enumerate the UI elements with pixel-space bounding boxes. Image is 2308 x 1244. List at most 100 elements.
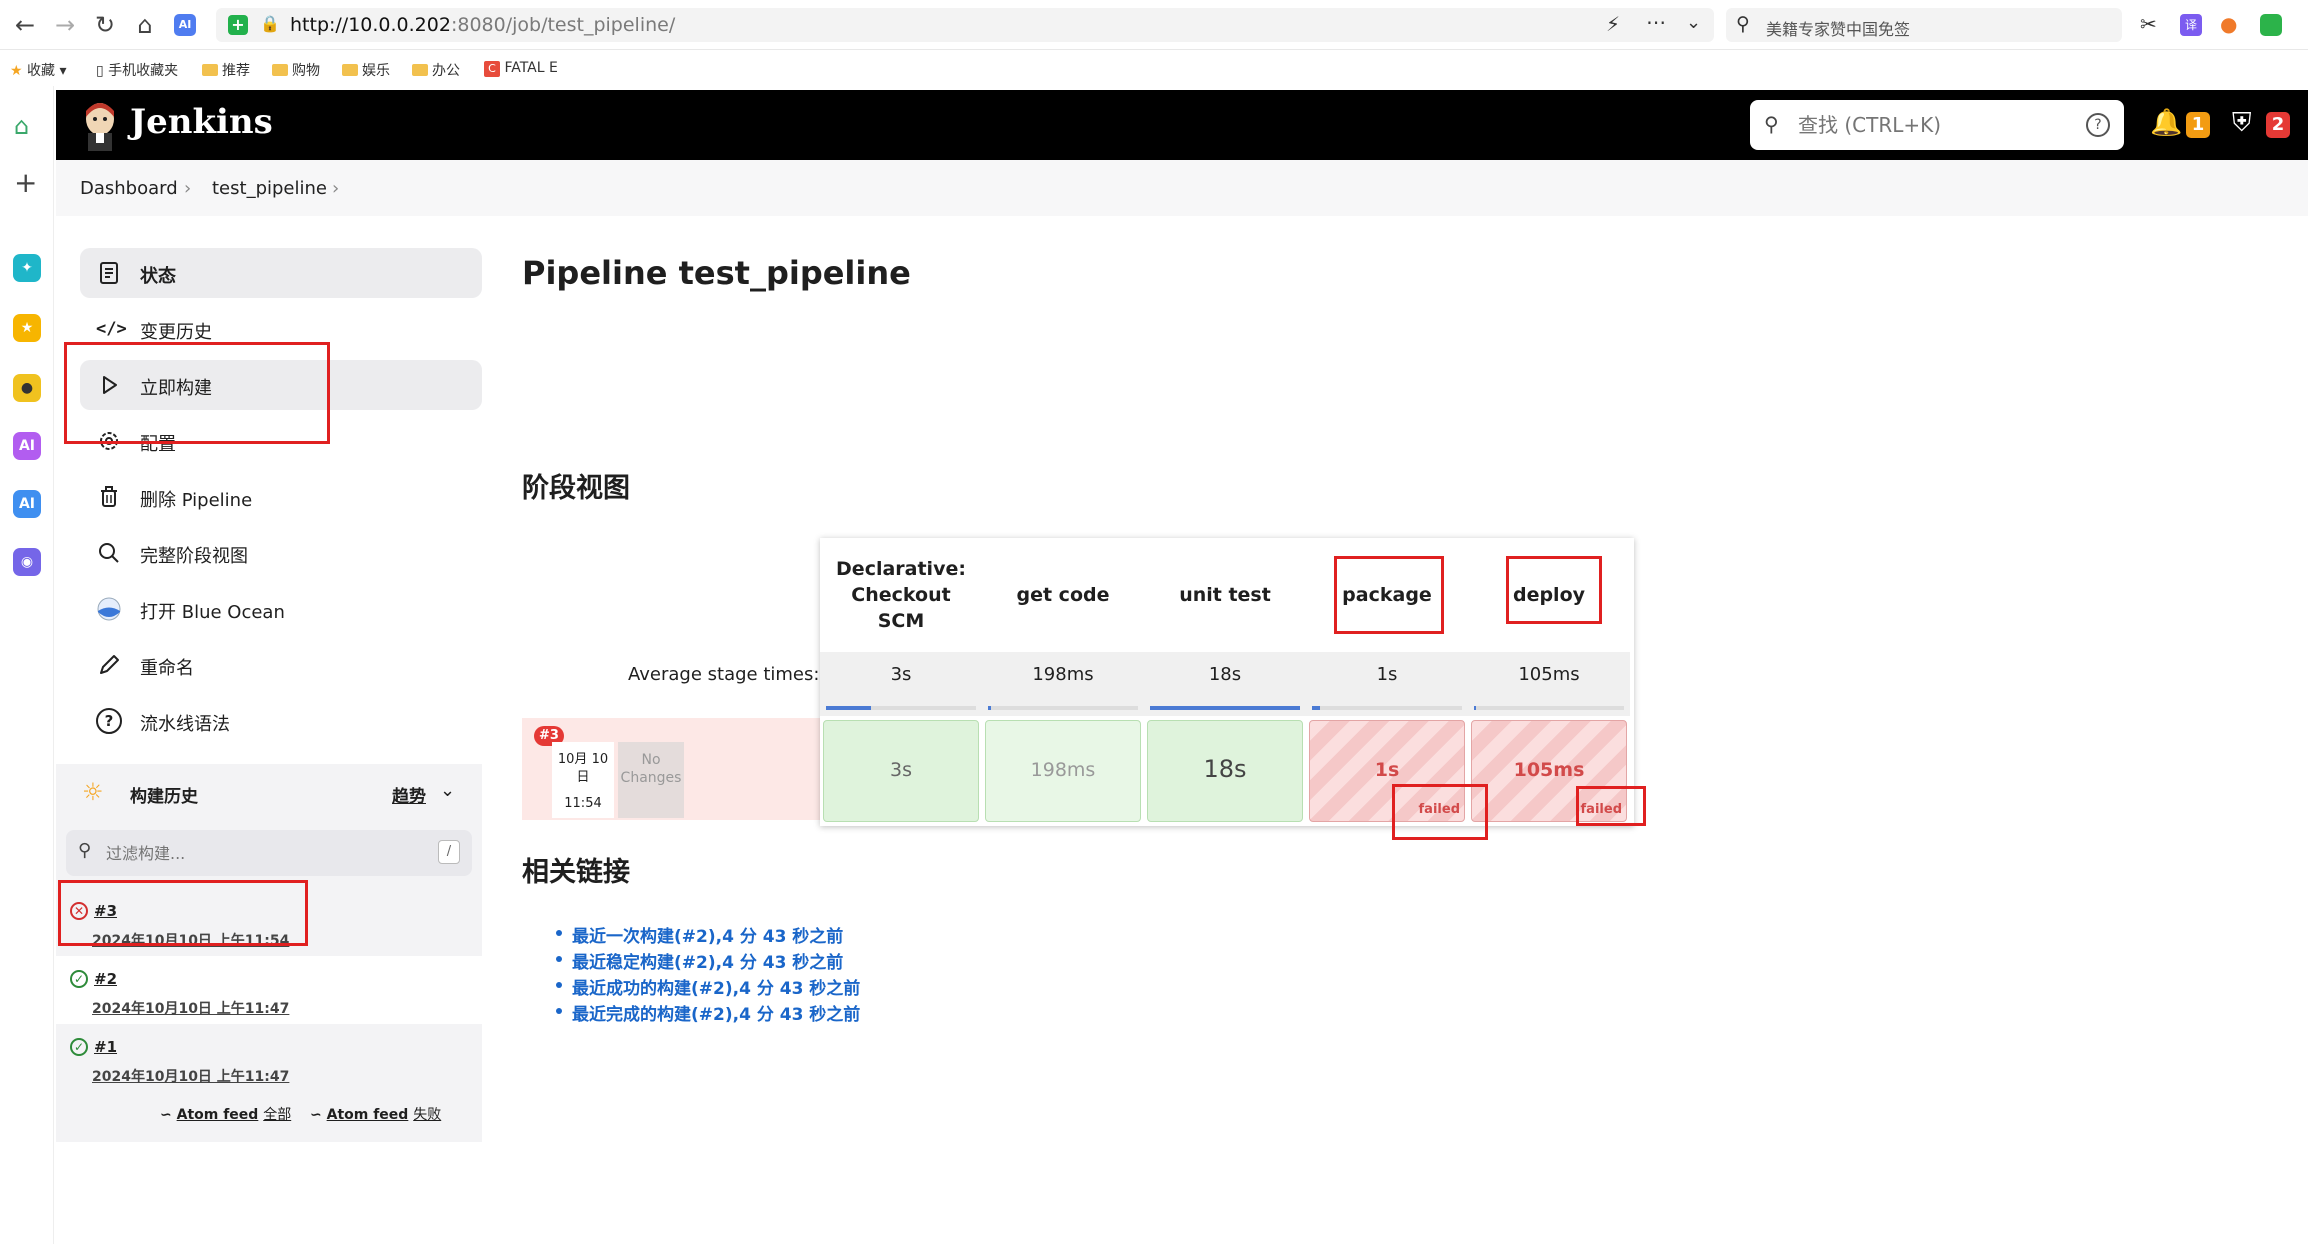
bookmark-favorites[interactable]: ★ 收藏 ▾	[10, 60, 67, 80]
avg-time-bar	[988, 706, 1138, 710]
sidebar-item-build-now[interactable]: 立即构建	[80, 360, 482, 410]
stage-header-unit-test[interactable]: unit test	[1144, 538, 1306, 652]
breadcrumb-dashboard[interactable]: Dashboard	[80, 178, 178, 199]
build-history-row[interactable]: ✓ #2 2024年10月10日 上午11:47	[56, 956, 482, 1024]
stage-run-time: 198ms	[1030, 759, 1096, 781]
jenkins-search-box[interactable]: ⚲ ?	[1750, 100, 2124, 150]
security-badge[interactable]: 2	[2266, 112, 2290, 138]
notifications-badge[interactable]: 1	[2186, 112, 2210, 138]
folder-icon	[412, 64, 428, 76]
back-icon[interactable]: ←	[10, 10, 40, 40]
reload-icon[interactable]: ↻	[90, 10, 120, 40]
bookmark-fatal[interactable]: C FATAL E	[484, 60, 558, 77]
not-secure-icon[interactable]: 🔒	[260, 14, 280, 33]
folder-icon	[272, 64, 288, 76]
stage-run-cell[interactable]: 18s	[1147, 720, 1303, 822]
star-icon: ★	[10, 63, 23, 79]
sidebar-item-changes[interactable]: </> 变更历史	[80, 304, 482, 354]
build-date[interactable]: 2024年10月10日 上午11:47	[92, 998, 289, 1018]
stage-run-cell-failed[interactable]: 1s failed	[1309, 720, 1465, 822]
filter-shortcut-key: /	[438, 840, 460, 864]
build-number[interactable]: #1	[94, 1038, 117, 1056]
stage-name-line: Declarative:	[836, 558, 966, 580]
app-icon-ai-2[interactable]: AI	[13, 490, 41, 518]
no-changes-line2: Changes	[620, 770, 682, 786]
sidebar-item-delete[interactable]: 删除 Pipeline	[80, 472, 482, 522]
bookmark-shopping[interactable]: 购物	[272, 60, 320, 80]
app-icon-ghost[interactable]: ◉	[13, 548, 41, 576]
address-bar[interactable]: + 🔒 http://10.0.0.202:8080/job/test_pipe…	[216, 8, 1714, 42]
build-filter-box[interactable]: ⚲ /	[66, 830, 472, 876]
build-filter-input[interactable]	[106, 840, 406, 866]
bookmark-entertainment[interactable]: 娱乐	[342, 60, 390, 80]
bookmark-recommend[interactable]: 推荐	[202, 60, 250, 80]
gamepad-icon[interactable]: ●	[2220, 12, 2237, 36]
build-history-row[interactable]: ✕ #3 2024年10月10日 上午11:54	[56, 888, 482, 956]
build-date[interactable]: 2024年10月10日 上午11:47	[92, 1066, 289, 1086]
chat-icon[interactable]	[2260, 14, 2282, 36]
jenkins-logo-icon[interactable]	[80, 99, 120, 151]
build-number[interactable]: #2	[94, 970, 117, 988]
shield-icon[interactable]: ⛨	[2232, 108, 2252, 139]
add-icon[interactable]: +	[14, 166, 37, 199]
avg-time-value: 1s	[1376, 664, 1398, 685]
stage-run-cell[interactable]: 3s	[823, 720, 979, 822]
sidebar-item-full-stage-view[interactable]: 完整阶段视图	[80, 528, 482, 578]
chevron-right-icon: ›	[184, 178, 192, 199]
forward-icon[interactable]: →	[50, 10, 80, 40]
browser-search-box[interactable]: ⚲ 美籍专家赞中国免签	[1726, 8, 2122, 42]
trend-link[interactable]: 趋势	[392, 782, 426, 807]
lightning-icon[interactable]: ⚡	[1606, 12, 1620, 36]
stage-run-cell-failed[interactable]: 105ms failed	[1471, 720, 1627, 822]
stage-run-cell[interactable]: 198ms	[985, 720, 1141, 822]
avg-time-cell: 105ms	[1468, 652, 1630, 716]
jenkins-search-input[interactable]	[1798, 112, 2078, 138]
bookmark-mobile[interactable]: ▯ 手机收藏夹	[96, 60, 178, 80]
jenkins-title[interactable]: Jenkins	[130, 102, 273, 142]
search-icon: ⚲	[78, 840, 92, 861]
breadcrumb-job[interactable]: test_pipeline	[212, 178, 327, 199]
stage-header-get-code[interactable]: get code	[982, 538, 1144, 652]
chevron-down-icon[interactable]: ⌄	[440, 780, 455, 801]
stage-header-checkout[interactable]: Declarative: Checkout SCM	[820, 538, 982, 652]
help-icon[interactable]: ?	[2086, 113, 2110, 137]
sidebar-item-rename[interactable]: 重命名	[80, 640, 482, 690]
related-link-last-successful[interactable]: 最近成功的构建(#2),4 分 43 秒之前	[555, 974, 860, 999]
related-link-last-build[interactable]: 最近一次构建(#2),4 分 43 秒之前	[555, 922, 843, 947]
build-date[interactable]: 2024年10月10日 上午11:54	[92, 930, 289, 950]
failed-label[interactable]: failed	[1581, 802, 1622, 817]
home-icon[interactable]: ⌂	[130, 10, 160, 40]
app-icon-1[interactable]: ✦	[13, 254, 41, 282]
sidebar-item-label: 流水线语法	[140, 714, 230, 735]
sidebar-item-label: 配置	[140, 434, 176, 455]
bell-icon[interactable]: 🔔	[2150, 108, 2182, 138]
build-history-row[interactable]: ✓ #1 2024年10月10日 上午11:47	[56, 1024, 482, 1092]
stage-header-package[interactable]: package	[1306, 538, 1468, 652]
chevron-down-icon[interactable]: ⌄	[1686, 12, 1701, 33]
translate-icon[interactable]: 译	[2180, 14, 2202, 36]
build-number[interactable]: #3	[94, 902, 117, 920]
app-icon-star[interactable]: ★	[13, 314, 41, 342]
url-text[interactable]: http://10.0.0.202:8080/job/test_pipeline…	[290, 14, 675, 36]
run-row[interactable]: #3 10月 10 日 11:54 No Changes	[522, 718, 822, 820]
scissors-icon[interactable]: ✂	[2140, 12, 2157, 36]
more-icon[interactable]: ⋯	[1646, 10, 1666, 34]
sidebar-item-blue-ocean[interactable]: 打开 Blue Ocean	[80, 584, 482, 634]
atom-feed-failed-link[interactable]: ∽ Atom feed 失败	[310, 1104, 441, 1124]
related-link-last-stable[interactable]: 最近稳定构建(#2),4 分 43 秒之前	[555, 948, 843, 973]
bookmark-office[interactable]: 办公	[412, 60, 460, 80]
related-link-last-completed[interactable]: 最近完成的构建(#2),4 分 43 秒之前	[555, 1000, 860, 1025]
stage-header-deploy[interactable]: deploy	[1468, 538, 1630, 652]
browser-search-text[interactable]: 美籍专家赞中国免签	[1766, 16, 1910, 40]
home-outline-icon[interactable]: ⌂	[14, 112, 29, 140]
sidebar-item-status[interactable]: 状态	[80, 248, 482, 298]
ai-icon[interactable]: AI	[174, 14, 196, 36]
app-icon-ai-1[interactable]: AI	[13, 432, 41, 460]
sidebar-item-label: 重命名	[140, 658, 194, 679]
failed-label[interactable]: failed	[1419, 802, 1460, 817]
atom-feed-all-link[interactable]: ∽ Atom feed 全部	[160, 1104, 291, 1124]
app-icon-bot[interactable]: ●	[13, 374, 41, 402]
chevron-right-icon[interactable]: ›	[332, 178, 339, 199]
sidebar-item-configure[interactable]: 配置	[80, 416, 482, 466]
sidebar-item-pipeline-syntax[interactable]: ? 流水线语法	[80, 696, 482, 746]
